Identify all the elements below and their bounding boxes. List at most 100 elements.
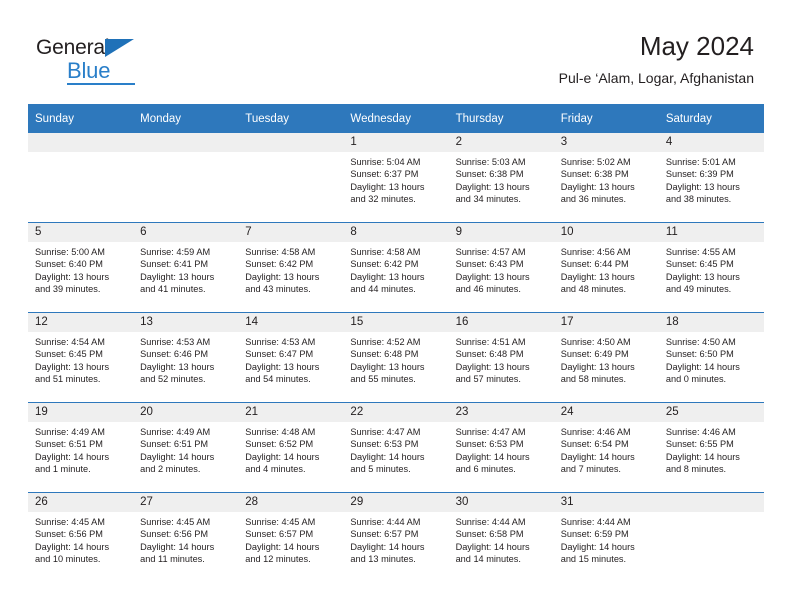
weekday-header-tuesday: Tuesday bbox=[238, 104, 344, 133]
daylight-text-line1: Daylight: 14 hours bbox=[140, 451, 215, 462]
day-number: 14 bbox=[238, 313, 344, 332]
day-cell[interactable]: 30 Sunrise: 4:44 AM Sunset: 6:58 PM Dayl… bbox=[448, 492, 554, 582]
daylight-text-line2: and 14 minutes. bbox=[455, 554, 521, 565]
day-cell[interactable]: 24 Sunrise: 4:46 AM Sunset: 6:54 PM Dayl… bbox=[553, 402, 659, 493]
daylight-text-line2: and 51 minutes. bbox=[35, 374, 101, 385]
calendar-week-row: 1 Sunrise: 5:04 AM Sunset: 6:37 PM Dayli… bbox=[28, 133, 764, 223]
day-cell[interactable]: 2 Sunrise: 5:03 AM Sunset: 6:38 PM Dayli… bbox=[448, 133, 554, 223]
daylight-text-line2: and 36 minutes. bbox=[560, 194, 627, 205]
daylight-text-line1: Daylight: 13 hours bbox=[140, 361, 215, 372]
day-cell[interactable]: 7 Sunrise: 4:58 AM Sunset: 6:42 PM Dayli… bbox=[238, 222, 344, 313]
day-details: Sunrise: 4:58 AM Sunset: 6:42 PM Dayligh… bbox=[343, 242, 448, 296]
daylight-text-line2: and 41 minutes. bbox=[140, 284, 206, 295]
day-cell[interactable]: 27 Sunrise: 4:45 AM Sunset: 6:56 PM Dayl… bbox=[133, 492, 239, 582]
day-cell[interactable]: 3 Sunrise: 5:02 AM Sunset: 6:38 PM Dayli… bbox=[553, 133, 659, 223]
sunrise-text: Sunrise: 4:53 AM bbox=[140, 337, 211, 347]
day-cell[interactable]: 15 Sunrise: 4:52 AM Sunset: 6:48 PM Dayl… bbox=[343, 312, 449, 403]
day-cell[interactable]: 29 Sunrise: 4:44 AM Sunset: 6:57 PM Dayl… bbox=[343, 492, 449, 582]
sunset-text: Sunset: 6:52 PM bbox=[245, 439, 314, 450]
day-details: Sunrise: 4:50 AM Sunset: 6:50 PM Dayligh… bbox=[659, 332, 764, 386]
day-details: Sunrise: 4:58 AM Sunset: 6:42 PM Dayligh… bbox=[238, 242, 343, 296]
day-number: 22 bbox=[343, 403, 449, 422]
day-cell[interactable]: 25 Sunrise: 4:46 AM Sunset: 6:55 PM Dayl… bbox=[658, 402, 764, 493]
day-details: Sunrise: 4:56 AM Sunset: 6:44 PM Dayligh… bbox=[554, 242, 659, 296]
daylight-text-line2: and 4 minutes. bbox=[245, 464, 306, 475]
day-details: Sunrise: 4:53 AM Sunset: 6:46 PM Dayligh… bbox=[133, 332, 238, 386]
sunrise-text: Sunrise: 4:56 AM bbox=[560, 247, 631, 257]
sunset-text: Sunset: 6:51 PM bbox=[35, 439, 103, 450]
day-cell[interactable]: 16 Sunrise: 4:51 AM Sunset: 6:48 PM Dayl… bbox=[448, 312, 554, 403]
daylight-text-line2: and 34 minutes. bbox=[455, 194, 521, 205]
day-cell[interactable]: 9 Sunrise: 4:57 AM Sunset: 6:43 PM Dayli… bbox=[448, 222, 554, 313]
day-number: 18 bbox=[658, 313, 764, 332]
day-cell[interactable]: 13 Sunrise: 4:53 AM Sunset: 6:46 PM Dayl… bbox=[133, 312, 239, 403]
sunset-text: Sunset: 6:40 PM bbox=[35, 259, 103, 270]
day-cell[interactable]: 1 Sunrise: 5:04 AM Sunset: 6:37 PM Dayli… bbox=[343, 133, 449, 223]
daylight-text-line1: Daylight: 13 hours bbox=[455, 181, 530, 192]
sunrise-text: Sunrise: 4:44 AM bbox=[350, 517, 421, 527]
daylight-text-line1: Daylight: 14 hours bbox=[665, 361, 740, 372]
day-number bbox=[658, 493, 764, 512]
sunset-text: Sunset: 6:43 PM bbox=[455, 259, 524, 270]
day-cell[interactable]: 21 Sunrise: 4:48 AM Sunset: 6:52 PM Dayl… bbox=[238, 402, 344, 493]
calendar-table: Sunday Monday Tuesday Wednesday Thursday… bbox=[28, 104, 764, 582]
day-details: Sunrise: 4:50 AM Sunset: 6:49 PM Dayligh… bbox=[554, 332, 659, 386]
sunset-text: Sunset: 6:48 PM bbox=[350, 349, 419, 360]
daylight-text-line2: and 46 minutes. bbox=[455, 284, 521, 295]
day-cell[interactable]: 20 Sunrise: 4:49 AM Sunset: 6:51 PM Dayl… bbox=[133, 402, 239, 493]
day-details: Sunrise: 4:45 AM Sunset: 6:56 PM Dayligh… bbox=[133, 512, 238, 566]
day-details: Sunrise: 4:45 AM Sunset: 6:57 PM Dayligh… bbox=[238, 512, 343, 566]
day-cell[interactable]: 17 Sunrise: 4:50 AM Sunset: 6:49 PM Dayl… bbox=[553, 312, 659, 403]
sunrise-text: Sunrise: 4:50 AM bbox=[560, 337, 631, 347]
daylight-text-line1: Daylight: 13 hours bbox=[350, 271, 425, 282]
day-cell[interactable]: 26 Sunrise: 4:45 AM Sunset: 6:56 PM Dayl… bbox=[28, 492, 134, 582]
daylight-text-line2: and 11 minutes. bbox=[140, 554, 205, 565]
day-details: Sunrise: 4:59 AM Sunset: 6:41 PM Dayligh… bbox=[133, 242, 238, 296]
day-cell[interactable]: 6 Sunrise: 4:59 AM Sunset: 6:41 PM Dayli… bbox=[133, 222, 239, 313]
daylight-text-line2: and 0 minutes. bbox=[665, 374, 727, 385]
daylight-text-line2: and 44 minutes. bbox=[350, 284, 416, 295]
day-cell[interactable]: 19 Sunrise: 4:49 AM Sunset: 6:51 PM Dayl… bbox=[28, 402, 134, 493]
day-cell[interactable]: 12 Sunrise: 4:54 AM Sunset: 6:45 PM Dayl… bbox=[28, 312, 134, 403]
day-number: 30 bbox=[448, 493, 554, 512]
calendar-week-row: 5 Sunrise: 5:00 AM Sunset: 6:40 PM Dayli… bbox=[28, 222, 764, 313]
day-details: Sunrise: 5:03 AM Sunset: 6:38 PM Dayligh… bbox=[449, 152, 554, 206]
sunset-text: Sunset: 6:59 PM bbox=[560, 529, 629, 540]
day-number: 12 bbox=[28, 313, 134, 332]
day-cell[interactable]: 11 Sunrise: 4:55 AM Sunset: 6:45 PM Dayl… bbox=[658, 222, 764, 313]
day-cell[interactable]: 14 Sunrise: 4:53 AM Sunset: 6:47 PM Dayl… bbox=[238, 312, 344, 403]
day-cell[interactable]: 5 Sunrise: 5:00 AM Sunset: 6:40 PM Dayli… bbox=[28, 222, 134, 313]
daylight-text-line1: Daylight: 13 hours bbox=[350, 181, 425, 192]
weekday-header-monday: Monday bbox=[133, 104, 239, 133]
day-cell[interactable]: 22 Sunrise: 4:47 AM Sunset: 6:53 PM Dayl… bbox=[343, 402, 449, 493]
day-details: Sunrise: 4:54 AM Sunset: 6:45 PM Dayligh… bbox=[28, 332, 133, 386]
sunrise-text: Sunrise: 4:59 AM bbox=[140, 247, 211, 257]
sunrise-text: Sunrise: 4:47 AM bbox=[350, 427, 421, 437]
weekday-header-saturday: Saturday bbox=[658, 104, 764, 133]
daylight-text-line2: and 54 minutes. bbox=[245, 374, 311, 385]
day-number: 26 bbox=[28, 493, 134, 512]
day-cell[interactable]: 31 Sunrise: 4:44 AM Sunset: 6:59 PM Dayl… bbox=[553, 492, 659, 582]
day-number: 25 bbox=[658, 403, 764, 422]
sunrise-text: Sunrise: 4:46 AM bbox=[560, 427, 631, 437]
day-cell[interactable]: 8 Sunrise: 4:58 AM Sunset: 6:42 PM Dayli… bbox=[343, 222, 449, 313]
daylight-text-line2: and 43 minutes. bbox=[245, 284, 311, 295]
day-number: 19 bbox=[28, 403, 134, 422]
day-cell[interactable]: 23 Sunrise: 4:47 AM Sunset: 6:53 PM Dayl… bbox=[448, 402, 554, 493]
day-number: 13 bbox=[133, 313, 239, 332]
daylight-text-line2: and 7 minutes. bbox=[560, 464, 621, 475]
day-number: 27 bbox=[133, 493, 239, 512]
day-number: 3 bbox=[553, 133, 659, 152]
sunset-text: Sunset: 6:38 PM bbox=[455, 169, 524, 180]
day-cell[interactable]: 4 Sunrise: 5:01 AM Sunset: 6:39 PM Dayli… bbox=[658, 133, 764, 223]
day-cell[interactable]: 10 Sunrise: 4:56 AM Sunset: 6:44 PM Dayl… bbox=[553, 222, 659, 313]
day-cell[interactable]: 18 Sunrise: 4:50 AM Sunset: 6:50 PM Dayl… bbox=[658, 312, 764, 403]
sunrise-text: Sunrise: 4:45 AM bbox=[245, 517, 316, 527]
day-number: 2 bbox=[448, 133, 554, 152]
day-number: 31 bbox=[553, 493, 659, 512]
day-details: Sunrise: 4:46 AM Sunset: 6:54 PM Dayligh… bbox=[554, 422, 659, 476]
day-number: 16 bbox=[448, 313, 554, 332]
day-cell[interactable]: 28 Sunrise: 4:45 AM Sunset: 6:57 PM Dayl… bbox=[238, 492, 344, 582]
general-blue-logo[interactable]: General Blue bbox=[36, 36, 166, 86]
sunset-text: Sunset: 6:58 PM bbox=[455, 529, 524, 540]
